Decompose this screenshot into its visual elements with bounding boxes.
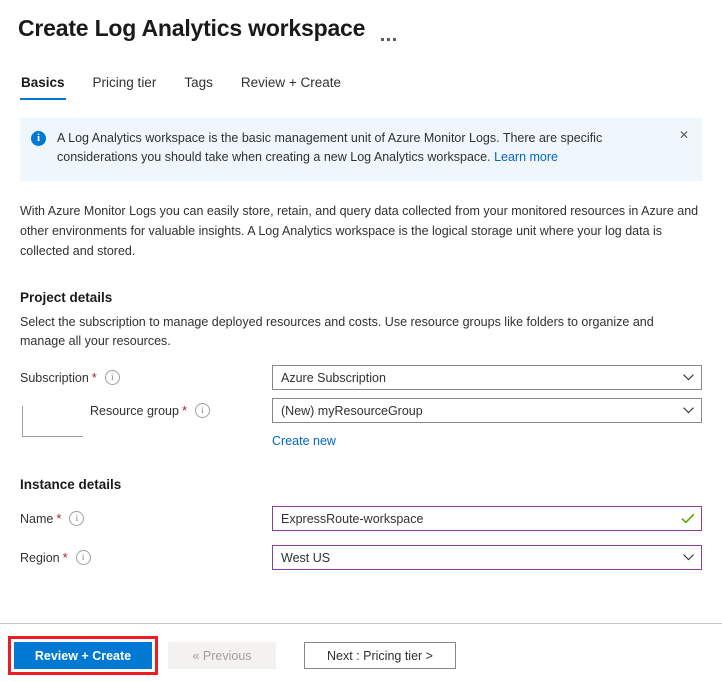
dot: [393, 38, 397, 41]
chevron-down-icon: [675, 546, 701, 569]
tab-review-create[interactable]: Review + Create: [240, 72, 342, 100]
name-label-text: Name: [20, 511, 54, 526]
validation-check-icon: [675, 513, 701, 524]
name-row: Name * i ExpressRoute-workspace: [0, 506, 722, 531]
instance-details-heading: Instance details: [20, 477, 122, 492]
info-banner: i A Log Analytics workspace is the basic…: [20, 118, 702, 181]
info-banner-text: A Log Analytics workspace is the basic m…: [57, 129, 673, 169]
create-new-link[interactable]: Create new: [272, 434, 336, 448]
region-label-text: Region: [20, 550, 60, 565]
intro-paragraph: With Azure Monitor Logs you can easily s…: [20, 204, 699, 258]
region-label: Region * i: [20, 550, 272, 565]
previous-button: « Previous: [168, 642, 276, 669]
required-indicator: *: [91, 370, 97, 385]
region-value: West US: [281, 550, 331, 565]
subscription-label-text: Subscription: [20, 370, 89, 385]
subscription-dropdown[interactable]: Azure Subscription: [272, 365, 702, 390]
info-circle-icon[interactable]: i: [69, 511, 85, 526]
page-title: Create Log Analytics workspace: [18, 15, 366, 41]
project-details-description: Select the subscription to manage deploy…: [20, 315, 654, 348]
tab-bar: Basics Pricing tier Tags Review + Create: [0, 72, 722, 100]
info-icon: i: [31, 131, 46, 146]
next-pricing-tier-button[interactable]: Next : Pricing tier >: [304, 642, 456, 669]
name-value: ExpressRoute-workspace: [281, 511, 424, 526]
required-indicator: *: [181, 403, 188, 418]
more-options-icon[interactable]: [379, 19, 398, 43]
learn-more-link[interactable]: Learn more: [494, 150, 558, 164]
dot: [381, 38, 385, 41]
project-details-heading: Project details: [20, 290, 113, 305]
required-indicator: *: [56, 511, 62, 526]
instance-details-form: Name * i ExpressRoute-workspace Region *…: [0, 506, 722, 570]
resource-group-dropdown[interactable]: (New) myResourceGroup: [272, 398, 702, 423]
required-indicator: *: [62, 550, 68, 565]
resource-group-value: (New) myResourceGroup: [281, 403, 423, 418]
project-details-form: Subscription * i Azure Subscription Reso…: [0, 365, 722, 448]
footer-divider: [0, 623, 722, 624]
page-header: Create Log Analytics workspace: [0, 0, 722, 44]
chevron-down-icon: [675, 399, 701, 422]
region-row: Region * i West US: [0, 545, 722, 570]
close-icon[interactable]: ✕: [675, 126, 693, 144]
info-circle-icon[interactable]: i: [75, 550, 91, 565]
tab-basics[interactable]: Basics: [20, 72, 66, 100]
name-input[interactable]: ExpressRoute-workspace: [272, 506, 702, 531]
highlight-annotation: Review + Create: [8, 636, 158, 675]
footer-actions: Review + Create « Previous Next : Pricin…: [0, 636, 456, 675]
review-create-button[interactable]: Review + Create: [14, 642, 152, 669]
name-label: Name * i: [20, 511, 272, 526]
dot: [387, 38, 391, 41]
resource-group-label-text: Resource group: [90, 403, 179, 418]
resource-group-label: Resource group * i: [20, 403, 272, 418]
subscription-row: Subscription * i Azure Subscription: [0, 365, 722, 390]
chevron-down-icon: [675, 366, 701, 389]
subscription-value: Azure Subscription: [281, 370, 386, 385]
tab-tags[interactable]: Tags: [183, 72, 214, 100]
subscription-label: Subscription * i: [20, 370, 272, 385]
resource-group-row: Resource group * i (New) myResourceGroup: [0, 398, 722, 437]
region-dropdown[interactable]: West US: [272, 545, 702, 570]
create-new-row: Create new: [0, 431, 722, 448]
info-circle-icon[interactable]: i: [195, 403, 211, 418]
tab-pricing-tier[interactable]: Pricing tier: [92, 72, 158, 100]
info-circle-icon[interactable]: i: [104, 370, 120, 385]
